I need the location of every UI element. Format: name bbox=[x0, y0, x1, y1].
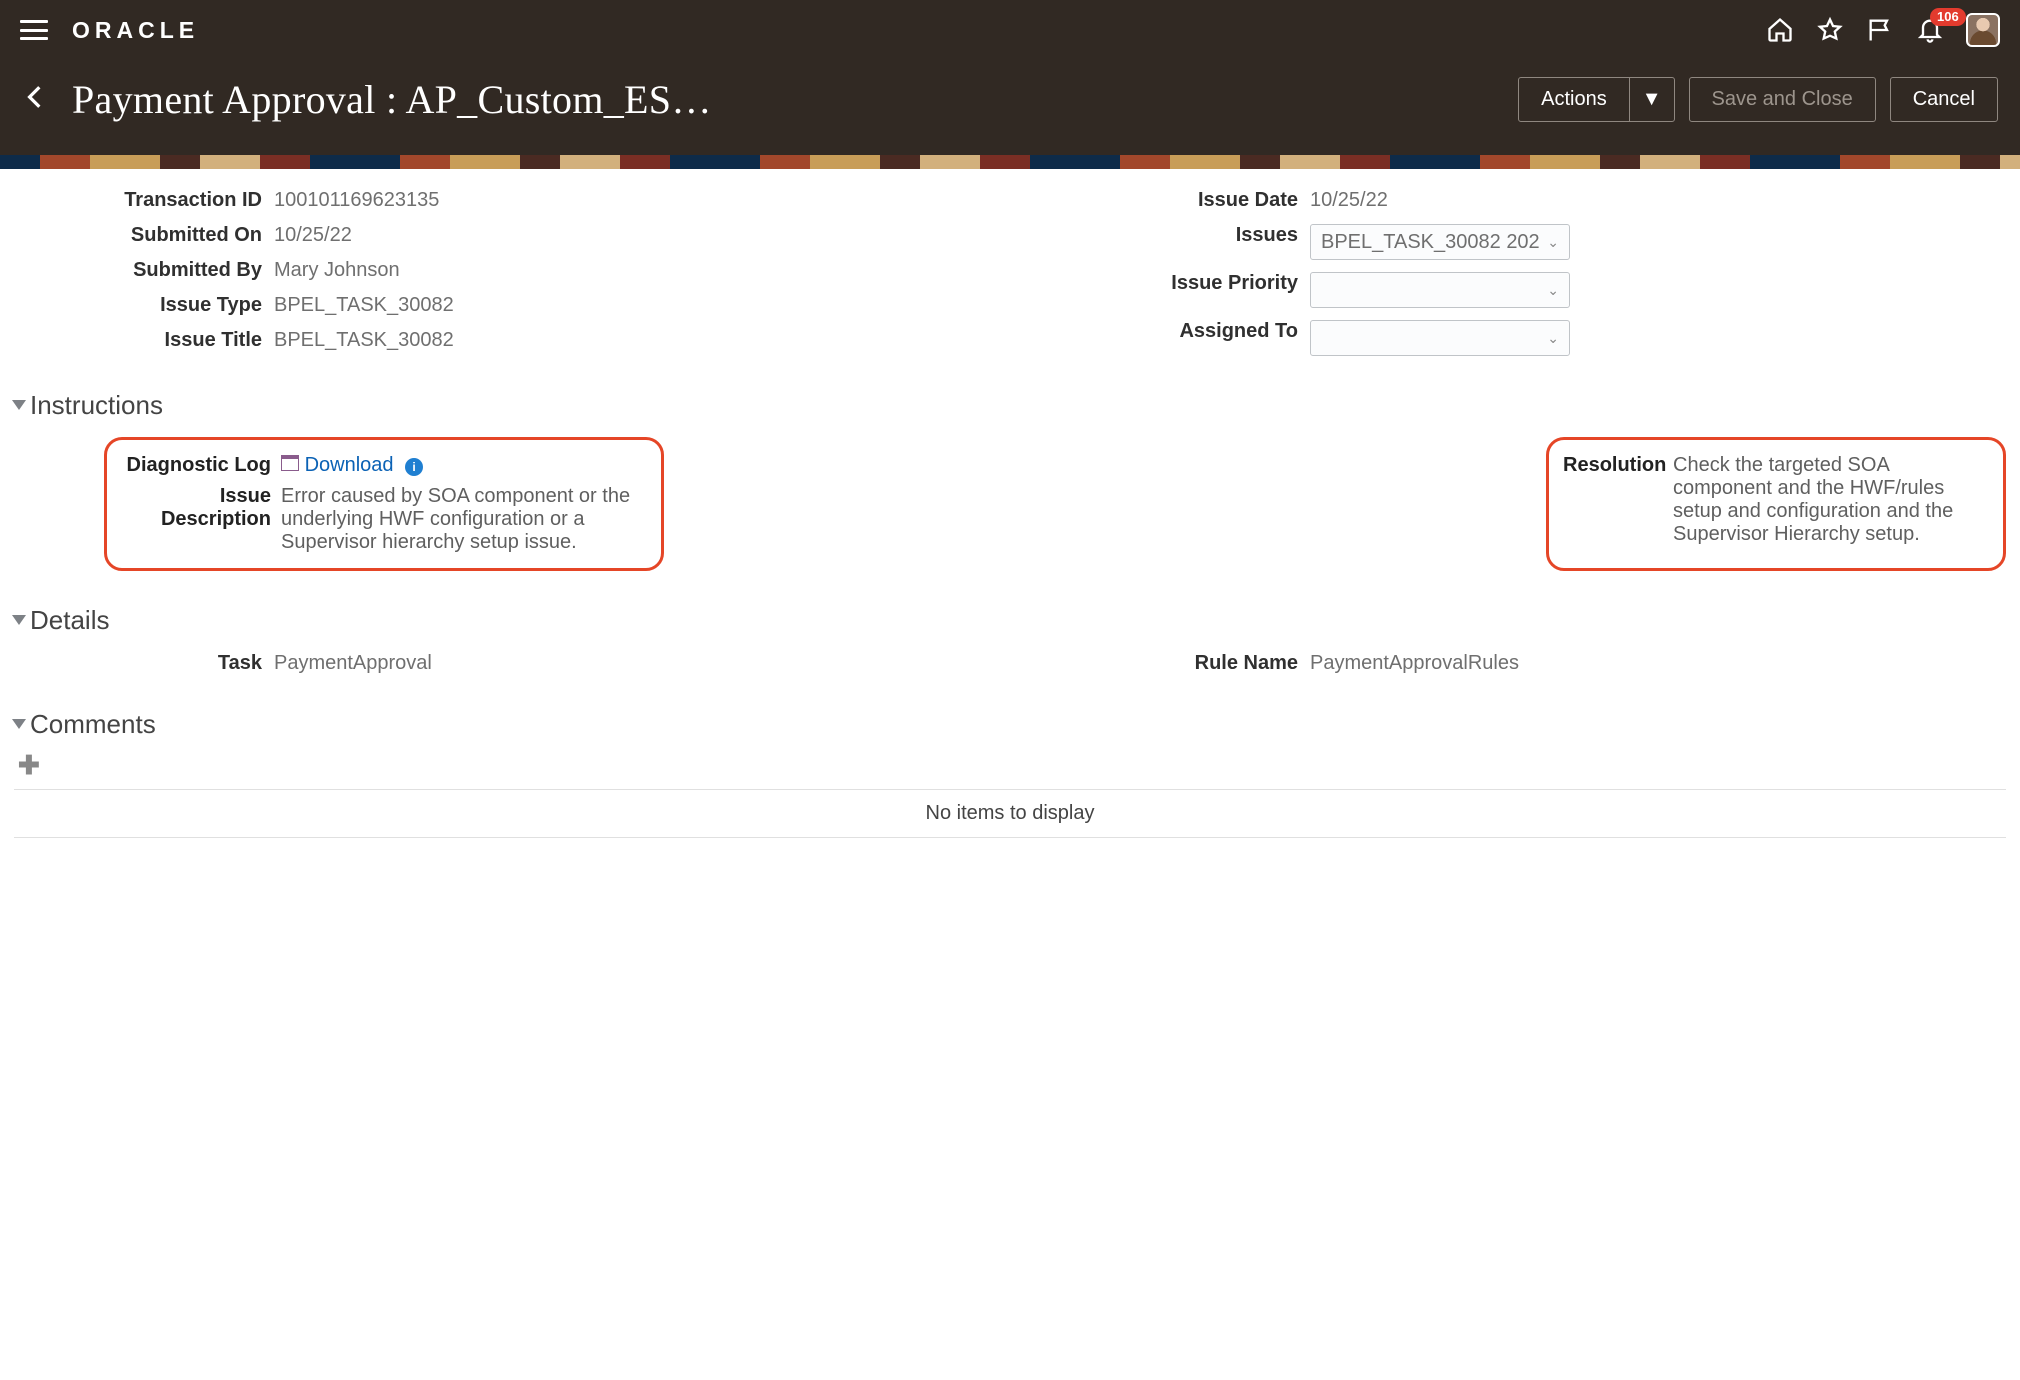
actions-button[interactable]: Actions ▼ bbox=[1518, 77, 1674, 122]
details-body: Task PaymentApproval Rule Name PaymentAp… bbox=[14, 646, 2006, 681]
diagnostic-log-row: Diagnostic Log Download i bbox=[121, 450, 647, 481]
submitted-by-label: Submitted By bbox=[14, 259, 274, 282]
instructions-left: Diagnostic Log Download i Issue Descript… bbox=[14, 431, 1000, 577]
field-issue-title: Issue Title BPEL_TASK_30082 bbox=[14, 323, 1000, 358]
chevron-down-icon: ⌄ bbox=[1547, 282, 1559, 299]
page-title: Payment Approval : AP_Custom_ES… bbox=[72, 76, 1494, 123]
diagnostic-log-label: Diagnostic Log bbox=[121, 454, 281, 477]
submitted-on-value: 10/25/22 bbox=[274, 224, 1000, 247]
home-icon[interactable] bbox=[1766, 16, 1794, 44]
actions-button-label: Actions bbox=[1519, 78, 1630, 121]
resolution-value: Check the targeted SOA component and the… bbox=[1673, 454, 1989, 546]
resolution-highlight: Resolution Check the targeted SOA compon… bbox=[1546, 437, 2006, 571]
chevron-down-icon: ⌄ bbox=[1547, 234, 1559, 251]
decorative-band bbox=[0, 155, 2020, 169]
section-details-title: Details bbox=[30, 605, 109, 636]
issue-description-row: Issue Description Error caused by SOA co… bbox=[121, 481, 647, 558]
cancel-button[interactable]: Cancel bbox=[1890, 77, 1998, 122]
issue-priority-label: Issue Priority bbox=[1020, 272, 1310, 295]
submitted-on-label: Submitted On bbox=[14, 224, 274, 247]
summary-left-col: Transaction ID 100101169623135 Submitted… bbox=[14, 183, 1000, 362]
field-issue-type: Issue Type BPEL_TASK_30082 bbox=[14, 288, 1000, 323]
collapse-icon[interactable] bbox=[12, 719, 26, 729]
instructions-right: Resolution Check the targeted SOA compon… bbox=[1020, 431, 2006, 577]
assigned-to-select[interactable]: ⌄ bbox=[1310, 320, 1570, 356]
issue-date-value: 10/25/22 bbox=[1310, 189, 2006, 212]
chevron-down-icon: ⌄ bbox=[1547, 330, 1559, 347]
field-assigned-to: Assigned To ⌄ bbox=[1020, 314, 2006, 362]
issues-select[interactable]: BPEL_TASK_30082 202 ⌄ bbox=[1310, 224, 1570, 260]
field-submitted-on: Submitted On 10/25/22 bbox=[14, 218, 1000, 253]
field-issue-date: Issue Date 10/25/22 bbox=[1020, 183, 2006, 218]
comments-empty: No items to display bbox=[14, 790, 2006, 838]
download-link[interactable]: Download bbox=[305, 454, 394, 477]
issue-date-label: Issue Date bbox=[1020, 189, 1310, 212]
flag-icon[interactable] bbox=[1866, 16, 1894, 44]
rule-name-label: Rule Name bbox=[1020, 652, 1310, 675]
actions-caret-icon[interactable]: ▼ bbox=[1630, 78, 1674, 121]
submitted-by-value: Mary Johnson bbox=[274, 259, 1000, 282]
avatar[interactable] bbox=[1966, 13, 2000, 47]
info-icon[interactable]: i bbox=[405, 458, 423, 476]
details-right: Rule Name PaymentApprovalRules bbox=[1020, 646, 2006, 681]
field-transaction-id: Transaction ID 100101169623135 bbox=[14, 183, 1000, 218]
section-instructions-title: Instructions bbox=[30, 390, 163, 421]
field-issue-priority: Issue Priority ⌄ bbox=[1020, 266, 2006, 314]
section-comments-header[interactable]: Comments bbox=[14, 709, 2006, 740]
field-issues: Issues BPEL_TASK_30082 202 ⌄ bbox=[1020, 218, 2006, 266]
issues-label: Issues bbox=[1020, 224, 1310, 247]
issue-type-value: BPEL_TASK_30082 bbox=[274, 294, 1000, 317]
save-and-close-button: Save and Close bbox=[1689, 77, 1876, 122]
back-icon[interactable] bbox=[22, 78, 48, 122]
field-task: Task PaymentApproval bbox=[14, 646, 1000, 681]
bell-icon[interactable]: 106 bbox=[1916, 16, 1944, 44]
details-left: Task PaymentApproval bbox=[14, 646, 1000, 681]
issue-description-label: Issue Description bbox=[121, 485, 281, 554]
collapse-icon[interactable] bbox=[12, 615, 26, 625]
resolution-row: Resolution Check the targeted SOA compon… bbox=[1563, 450, 1989, 550]
section-details-header[interactable]: Details bbox=[14, 605, 2006, 636]
collapse-icon[interactable] bbox=[12, 400, 26, 410]
star-icon[interactable] bbox=[1816, 16, 1844, 44]
issue-priority-select[interactable]: ⌄ bbox=[1310, 272, 1570, 308]
diagnostic-log-value: Download i bbox=[281, 454, 647, 477]
file-icon bbox=[281, 455, 299, 471]
field-rule-name: Rule Name PaymentApprovalRules bbox=[1020, 646, 2006, 681]
task-value: PaymentApproval bbox=[274, 652, 1000, 675]
topbar-left: ORACLE bbox=[20, 17, 199, 44]
instructions-body: Diagnostic Log Download i Issue Descript… bbox=[14, 431, 2006, 577]
transaction-id-value: 100101169623135 bbox=[274, 189, 1000, 212]
issues-select-value: BPEL_TASK_30082 202 bbox=[1321, 231, 1540, 254]
brand-logo[interactable]: ORACLE bbox=[72, 17, 199, 44]
content: Transaction ID 100101169623135 Submitted… bbox=[0, 169, 2020, 868]
notification-badge: 106 bbox=[1930, 8, 1966, 26]
page-header: Payment Approval : AP_Custom_ES… Actions… bbox=[0, 60, 2020, 155]
task-label: Task bbox=[14, 652, 274, 675]
issue-description-value: Error caused by SOA component or the und… bbox=[281, 485, 647, 554]
global-topbar: ORACLE 106 bbox=[0, 0, 2020, 60]
resolution-label: Resolution bbox=[1563, 454, 1673, 546]
save-button-label: Save and Close bbox=[1712, 88, 1853, 111]
cancel-button-label: Cancel bbox=[1913, 88, 1975, 111]
issue-title-value: BPEL_TASK_30082 bbox=[274, 329, 1000, 352]
hamburger-menu-icon[interactable] bbox=[20, 20, 48, 40]
summary-right-col: Issue Date 10/25/22 Issues BPEL_TASK_300… bbox=[1020, 183, 2006, 362]
assigned-to-label: Assigned To bbox=[1020, 320, 1310, 343]
rule-name-value: PaymentApprovalRules bbox=[1310, 652, 2006, 675]
field-submitted-by: Submitted By Mary Johnson bbox=[14, 253, 1000, 288]
summary-grid: Transaction ID 100101169623135 Submitted… bbox=[14, 183, 2006, 362]
topbar-right: 106 bbox=[1766, 13, 2000, 47]
transaction-id-label: Transaction ID bbox=[14, 189, 274, 212]
add-comment-button[interactable]: ✚ bbox=[18, 750, 40, 781]
section-instructions-header[interactable]: Instructions bbox=[14, 390, 2006, 421]
issue-type-label: Issue Type bbox=[14, 294, 274, 317]
header-actions: Actions ▼ Save and Close Cancel bbox=[1518, 77, 1998, 122]
issue-title-label: Issue Title bbox=[14, 329, 274, 352]
diagnostic-highlight: Diagnostic Log Download i Issue Descript… bbox=[104, 437, 664, 571]
section-comments-title: Comments bbox=[30, 709, 156, 740]
